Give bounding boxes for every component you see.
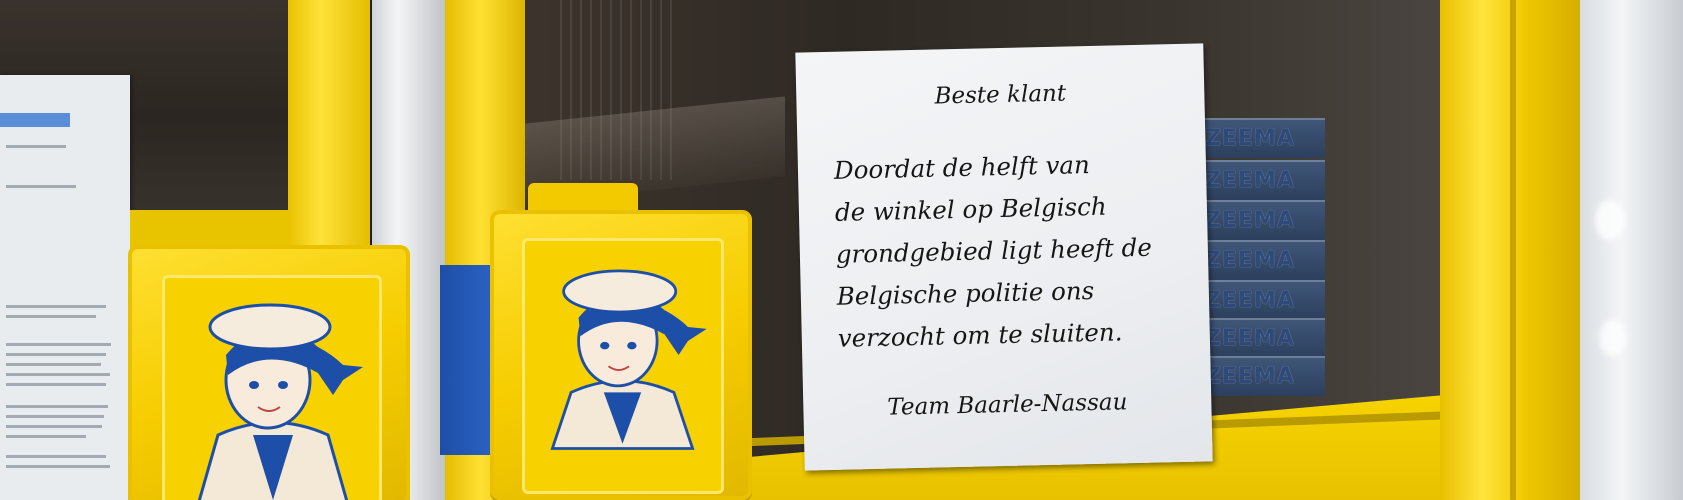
right-door-handle[interactable] bbox=[490, 210, 752, 500]
sign-line: verzocht om te sluiten. bbox=[837, 317, 1123, 353]
sign-heading: Beste klant bbox=[934, 80, 1067, 110]
sign-line: de winkel op Belgisch bbox=[834, 191, 1107, 227]
right-wall bbox=[1580, 0, 1683, 500]
store-box: ZEEMA bbox=[1205, 160, 1325, 200]
sign-line: grondgebied ligt heeft de bbox=[835, 232, 1153, 269]
store-box: ZEEMA bbox=[1205, 356, 1325, 396]
notice-header-band bbox=[0, 113, 70, 127]
store-box: ZEEMA bbox=[1205, 118, 1325, 158]
sign-signature: Team Baarle-Nassau bbox=[887, 389, 1128, 421]
light-glare bbox=[1595, 200, 1625, 240]
sign-line: Belgische politie ons bbox=[836, 275, 1095, 311]
sailor-mascot-icon bbox=[197, 303, 363, 500]
light-glare bbox=[1600, 320, 1626, 356]
sign-line: Doordat de helft van bbox=[833, 150, 1091, 185]
left-frame-post bbox=[288, 0, 370, 262]
closure-notice-sign: Beste klant Doordat de helft van de wink… bbox=[795, 43, 1213, 471]
left-door-handle[interactable] bbox=[128, 245, 410, 500]
store-box: ZEEMA bbox=[1205, 200, 1325, 240]
left-notice-paper bbox=[0, 75, 130, 500]
store-box: ZEEMA bbox=[1205, 240, 1325, 280]
sailor-mascot-icon bbox=[550, 269, 707, 450]
shop-door-photo: ZEEMA ZEEMA ZEEMA ZEEMA ZEEMA ZEEMA ZEEM… bbox=[0, 0, 1683, 500]
right-frame-seam bbox=[1510, 0, 1516, 500]
store-box: ZEEMA bbox=[1205, 280, 1325, 320]
store-box: ZEEMA bbox=[1205, 318, 1325, 358]
blue-door-strip bbox=[440, 265, 496, 455]
